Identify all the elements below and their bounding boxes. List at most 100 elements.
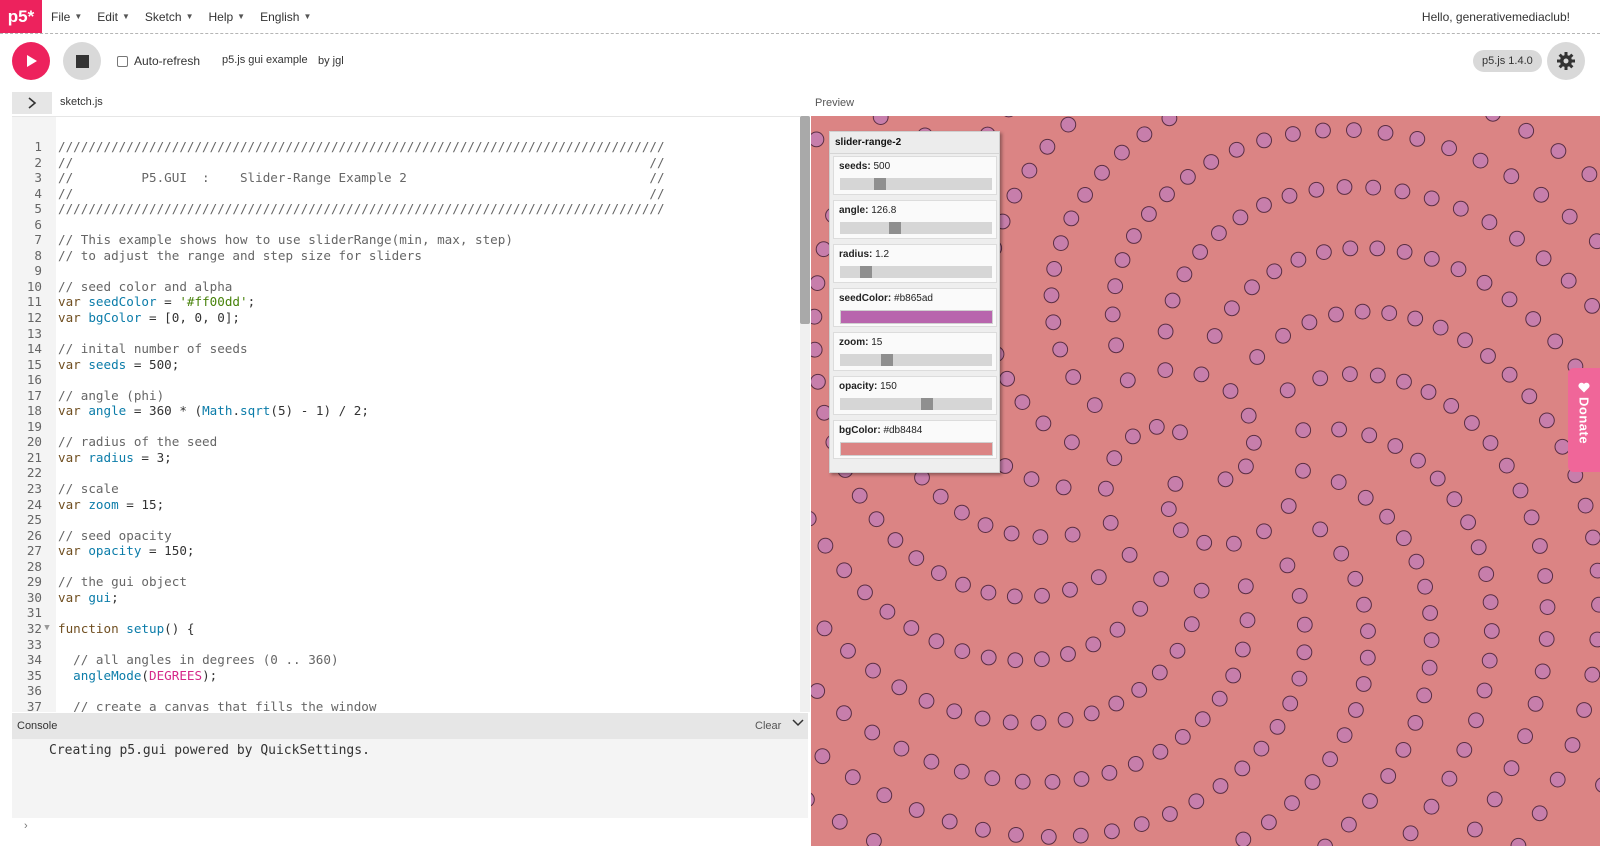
code-line[interactable]: 21 var radius = 3;: [12, 450, 808, 466]
donate-button[interactable]: Donate: [1568, 368, 1600, 472]
auto-refresh-checkbox[interactable]: [117, 55, 128, 67]
gui-slider-track[interactable]: [840, 354, 992, 366]
gui-slider-thumb[interactable]: [881, 354, 893, 366]
seed-dot: [1194, 711, 1211, 728]
gui-panel[interactable]: slider-range-2 seeds: 500 angle: 126.8 rad…: [829, 131, 1000, 473]
version-badge[interactable]: p5.js 1.4.0: [1473, 50, 1542, 72]
code-content[interactable]: 1 ///////////////////////////////////////…: [12, 139, 808, 712]
seed-dot: [1062, 581, 1078, 598]
p5-logo[interactable]: p5*: [0, 0, 42, 33]
code-line[interactable]: 29 // the gui object: [12, 574, 808, 590]
code-line[interactable]: 1 ///////////////////////////////////////…: [12, 139, 808, 155]
code-line[interactable]: 15 var seeds = 500;: [12, 357, 808, 373]
code-line[interactable]: 14 // inital number of seeds: [12, 341, 808, 357]
code-line[interactable]: 7 // This example shows how to use slider…: [12, 232, 808, 248]
seed-dot: [997, 458, 1014, 474]
seed-dot: [1106, 450, 1123, 467]
code-line[interactable]: 23 // scale: [12, 481, 808, 497]
code-text: var bgColor = [0, 0, 0];: [52, 310, 240, 326]
gui-slider-thumb[interactable]: [921, 398, 933, 410]
code-line[interactable]: 31: [12, 605, 808, 621]
settings-button[interactable]: [1547, 42, 1585, 80]
code-line[interactable]: 28: [12, 559, 808, 575]
code-line[interactable]: 36: [12, 683, 808, 699]
code-line[interactable]: 3 // P5.GUI : Slider-Range Example 2 //: [12, 170, 808, 186]
sketch-name[interactable]: p5.js gui example: [222, 54, 308, 66]
auto-refresh-toggle[interactable]: Auto-refresh: [117, 54, 200, 68]
code-line[interactable]: 26 // seed opacity: [12, 528, 808, 544]
seed-dot: [1365, 179, 1382, 196]
code-line[interactable]: 27 var opacity = 150;: [12, 543, 808, 559]
code-line[interactable]: 12 var bgColor = [0, 0, 0];: [12, 310, 808, 326]
seed-dot: [879, 603, 896, 620]
gui-slider-track[interactable]: [840, 398, 992, 410]
gui-slider-track[interactable]: [840, 266, 992, 278]
code-line[interactable]: 19: [12, 419, 808, 435]
code-line[interactable]: 4 // //: [12, 186, 808, 202]
menu-file[interactable]: File ▼: [51, 10, 82, 24]
code-line[interactable]: 8 // to adjust the range and step size fo…: [12, 248, 808, 264]
play-button[interactable]: [12, 42, 50, 80]
gui-slider-thumb[interactable]: [860, 266, 872, 278]
code-token: // to adjust the range and step size for…: [58, 247, 422, 263]
code-line[interactable]: 9: [12, 263, 808, 279]
code-token: sqrt: [240, 403, 271, 419]
gui-slider-thumb[interactable]: [874, 178, 886, 190]
gui-slider-thumb[interactable]: [889, 222, 901, 234]
sidebar-toggle-button[interactable]: [12, 92, 52, 114]
file-tab-sketch-js[interactable]: sketch.js: [60, 96, 103, 108]
code-line[interactable]: 22: [12, 465, 808, 481]
code-text: // P5.GUI : Slider-Range Example 2 //: [52, 170, 665, 186]
code-line[interactable]: 20 // radius of the seed: [12, 434, 808, 450]
code-line[interactable]: 33: [12, 637, 808, 653]
code-line[interactable]: 34 // all angles in degrees (0 .. 360): [12, 652, 808, 668]
gui-slider-track[interactable]: [840, 222, 992, 234]
code-line[interactable]: 10 // seed color and alpha: [12, 279, 808, 295]
menu-help[interactable]: Help ▼: [208, 10, 245, 24]
fold-gutter: [42, 450, 52, 466]
user-greeting-menu[interactable]: Hello, generativemediaclub!: [1422, 10, 1570, 24]
seed-dot: [1443, 398, 1460, 414]
seed-dot: [1055, 479, 1072, 496]
stop-button[interactable]: [63, 42, 101, 80]
seed-dot: [1153, 571, 1170, 587]
seed-dot: [1460, 514, 1476, 531]
code-line[interactable]: 30 var gui;: [12, 590, 808, 606]
code-line[interactable]: 37 // create a canvas that fills the win…: [12, 699, 808, 712]
fold-gutter: [42, 170, 52, 186]
seed-dot: [1211, 690, 1228, 707]
seed-dot: [1589, 631, 1600, 648]
seed-dot: [1396, 244, 1413, 260]
code-line[interactable]: 5 ///////////////////////////////////////…: [12, 201, 808, 217]
gui-panel-title[interactable]: slider-range-2: [830, 132, 999, 154]
code-token: = [0, 0, 0];: [141, 310, 240, 326]
code-line[interactable]: 25: [12, 512, 808, 528]
code-line[interactable]: 24 var zoom = 15;: [12, 497, 808, 513]
code-line[interactable]: 13: [12, 326, 808, 342]
menu-edit[interactable]: Edit ▼: [97, 10, 130, 24]
console-clear-button[interactable]: Clear: [755, 720, 781, 732]
code-line[interactable]: 11 var seedColor = '#ff00dd';: [12, 294, 808, 310]
code-line[interactable]: 18 var angle = 360 * (Math.sqrt(5) - 1) /…: [12, 403, 808, 419]
sketch-author-link[interactable]: by jgl: [318, 55, 344, 67]
code-line[interactable]: 32 ▼ function setup() {: [12, 621, 808, 637]
menu-sketch[interactable]: Sketch ▼: [145, 10, 194, 24]
menu-language[interactable]: English ▼: [260, 10, 311, 24]
console-input[interactable]: ›: [12, 818, 808, 838]
seed-dot: [1402, 825, 1419, 842]
code-line[interactable]: 35 angleMode(DEGREES);: [12, 668, 808, 684]
editor-scrollbar-thumb[interactable]: [800, 116, 810, 324]
gui-color-swatch[interactable]: [840, 442, 993, 456]
seed-dot: [1234, 760, 1251, 777]
code-editor[interactable]: 1 ///////////////////////////////////////…: [12, 116, 808, 712]
gui-color-swatch[interactable]: [840, 310, 993, 324]
code-line[interactable]: 2 // //: [12, 155, 808, 171]
code-line[interactable]: 17 // angle (phi): [12, 388, 808, 404]
code-line[interactable]: 16: [12, 372, 808, 388]
code-token: // seed opacity: [58, 527, 172, 543]
code-line[interactable]: 6: [12, 217, 808, 233]
seed-dot: [1030, 714, 1047, 731]
gui-slider-track[interactable]: [840, 178, 992, 190]
gui-control-name: radius:: [839, 249, 873, 260]
console-collapse-button[interactable]: [792, 717, 804, 731]
